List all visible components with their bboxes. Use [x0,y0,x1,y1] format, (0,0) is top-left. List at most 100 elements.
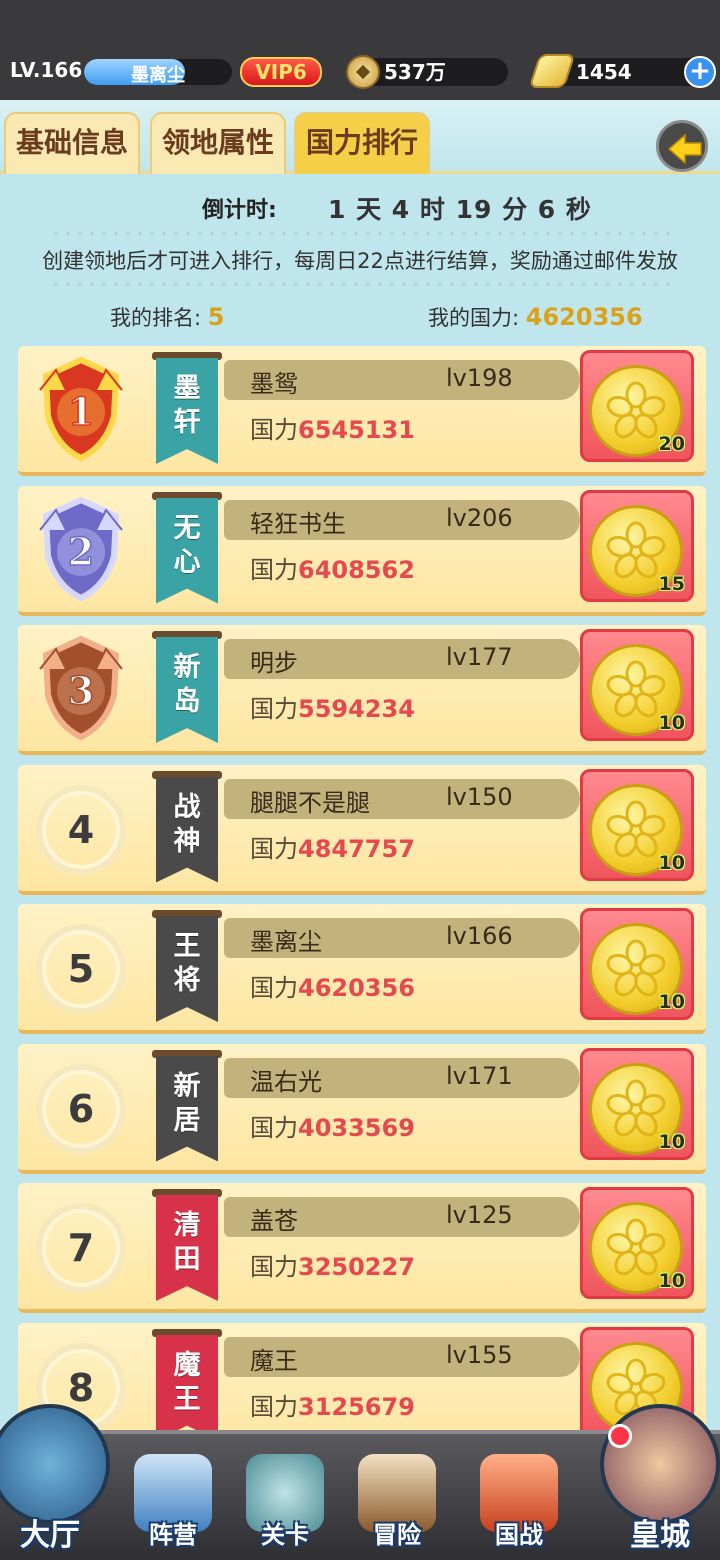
nav-label: 阵营 [149,1521,197,1549]
reward-count: 20 [658,433,685,455]
alliance-name-char-2: 居 [173,1104,201,1136]
power-label: 国力 [250,1253,298,1281]
nav-camp[interactable]: 阵营 [118,1454,228,1560]
castle-icon [0,1404,110,1524]
power-value: 4847757 [298,834,415,863]
nav-hall[interactable]: 大厅 [0,1404,110,1560]
my-power-label: 我的国力: [428,306,520,330]
player-level: LV.166 [10,58,83,82]
my-rank-label: 我的排名: [110,306,202,330]
power-value: 6408562 [298,555,415,584]
player-name-bar[interactable]: 墨离尘 [84,59,232,85]
alliance-banner: 王将 [152,910,222,1022]
vip-badge[interactable]: VIP6 [240,57,322,87]
ranked-player-name: 腿腿不是腿 [250,788,370,817]
rank-medal-icon: 2 [36,496,126,602]
alliance-name-char-1: 王 [173,931,201,962]
ranked-player-name: 轻狂书生 [250,509,346,538]
ranked-player-power: 国力4033569 [250,1108,415,1143]
back-button[interactable] [656,120,708,172]
ranking-row[interactable]: 7 清田 盖苍 lv125 国力3250227 10 [18,1183,706,1313]
reward-box[interactable]: 10 [580,1047,694,1160]
ranked-player-name: 魔王 [250,1346,298,1375]
palace-icon [600,1404,720,1524]
alliance-banner: 战神 [152,770,222,883]
rank-medal-icon: 1 [36,356,126,462]
nav-label: 关卡 [261,1521,309,1549]
copper-coin-icon [346,55,380,89]
tab-power-ranking[interactable]: 国力排行 [294,112,430,174]
power-value: 5594234 [298,695,415,723]
nav-label: 皇城 [630,1518,690,1553]
divider [50,283,670,286]
power-value: 3250227 [298,1253,415,1281]
alliance-name: 清田 [156,1209,218,1277]
ranking-row[interactable]: 3 新岛 明步 lv177 国力5594234 10 [18,625,706,755]
countdown-value: 1 天 4 时 19 分 6 秒 [328,195,592,224]
alliance-name-char-1: 新 [173,1070,201,1102]
tab-territory-attributes[interactable]: 领地属性 [150,112,286,174]
alliance-banner: 新岛 [152,631,222,743]
ranking-row[interactable]: 6 新居 温右光 lv171 国力4033569 10 [18,1043,706,1174]
reward-count: 15 [658,572,685,595]
nav-label: 冒险 [373,1521,421,1549]
ranking-row[interactable]: 2 无心 轻狂书生 lv206 国力6408562 15 [18,485,706,616]
reward-count: 10 [658,1130,685,1153]
my-rank: 我的排名: 5 [110,302,224,332]
reward-box[interactable]: 10 [580,908,694,1020]
reward-box[interactable]: 10 [580,1187,694,1299]
power-label: 国力 [250,416,298,444]
ranked-player-level: lv155 [446,1340,513,1369]
ranked-player-power: 国力5594234 [250,689,415,724]
ranked-player-level: lv206 [446,503,513,532]
power-value: 4033569 [298,1113,415,1142]
alliance-name-char-2: 王 [173,1383,201,1415]
reward-count: 10 [658,712,685,734]
ranking-row[interactable]: 5 王将 墨离尘 lv166 国力4620356 10 [18,904,706,1034]
ranked-player-power: 国力6408562 [250,550,415,585]
ranking-row[interactable]: 1 墨轩 墨鸳 lv198 国力6545131 20 [18,346,706,476]
power-label: 国力 [250,1113,298,1142]
power-label: 国力 [250,555,298,584]
alliance-banner: 墨轩 [152,352,222,464]
ranked-player-power: 国力6545131 [250,410,415,445]
ranking-row[interactable]: 4 战神 腿腿不是腿 lv150 国力4847757 10 [18,764,706,895]
alliance-name: 王将 [156,930,218,998]
alliance-name-char-2: 心 [173,546,201,578]
reward-box[interactable]: 20 [580,350,694,462]
reward-box[interactable]: 15 [580,489,694,602]
tab-basic-info[interactable]: 基础信息 [4,112,140,174]
nav-stage[interactable]: 关卡 [230,1454,340,1560]
nav-adventure[interactable]: 冒险 [342,1454,452,1560]
alliance-name-char-2: 岛 [173,686,201,717]
power-label: 国力 [250,834,298,863]
ranked-player-name: 盖苍 [250,1207,298,1235]
notification-dot [608,1424,632,1448]
ranked-player-power: 国力4620356 [250,968,415,1003]
reward-box[interactable]: 10 [580,629,694,741]
alliance-name: 墨轩 [156,372,218,440]
nav-label: 国战 [495,1521,543,1549]
ranked-player-name: 墨离尘 [250,928,322,956]
ranking-list[interactable]: 1 墨轩 墨鸳 lv198 国力6545131 20 2 无 心 轻狂书生 lv… [0,342,720,1432]
ranking-notice: 创建领地后才可进入排行，每周日22点进行结算，奖励通过邮件发放 [42,249,678,273]
reward-count: 10 [658,991,685,1013]
ranked-player-power: 国力3125679 [250,1387,415,1422]
power-label: 国力 [250,695,298,723]
alliance-banner: 魔王 [152,1328,222,1432]
nav-national-war[interactable]: 国战 [464,1454,574,1560]
alliance-banner: 无心 [152,491,222,604]
power-value: 4620356 [298,974,415,1002]
tab-bar: 基础信息 领地属性 国力排行 [0,100,720,174]
rank-medal-icon: 3 [36,635,126,741]
ranked-player-level: lv171 [446,1061,513,1090]
ranked-player-level: lv198 [446,364,513,392]
nav-label: 大厅 [20,1518,80,1553]
reward-box[interactable]: 10 [580,768,694,881]
alliance-name-char-2: 将 [173,965,201,996]
ranked-player-level: lv166 [446,922,513,950]
add-gold-button[interactable]: + [684,56,716,88]
alliance-name-char-2: 轩 [173,407,201,438]
rank-number: 6 [36,1063,126,1154]
alliance-name: 新岛 [156,651,218,719]
